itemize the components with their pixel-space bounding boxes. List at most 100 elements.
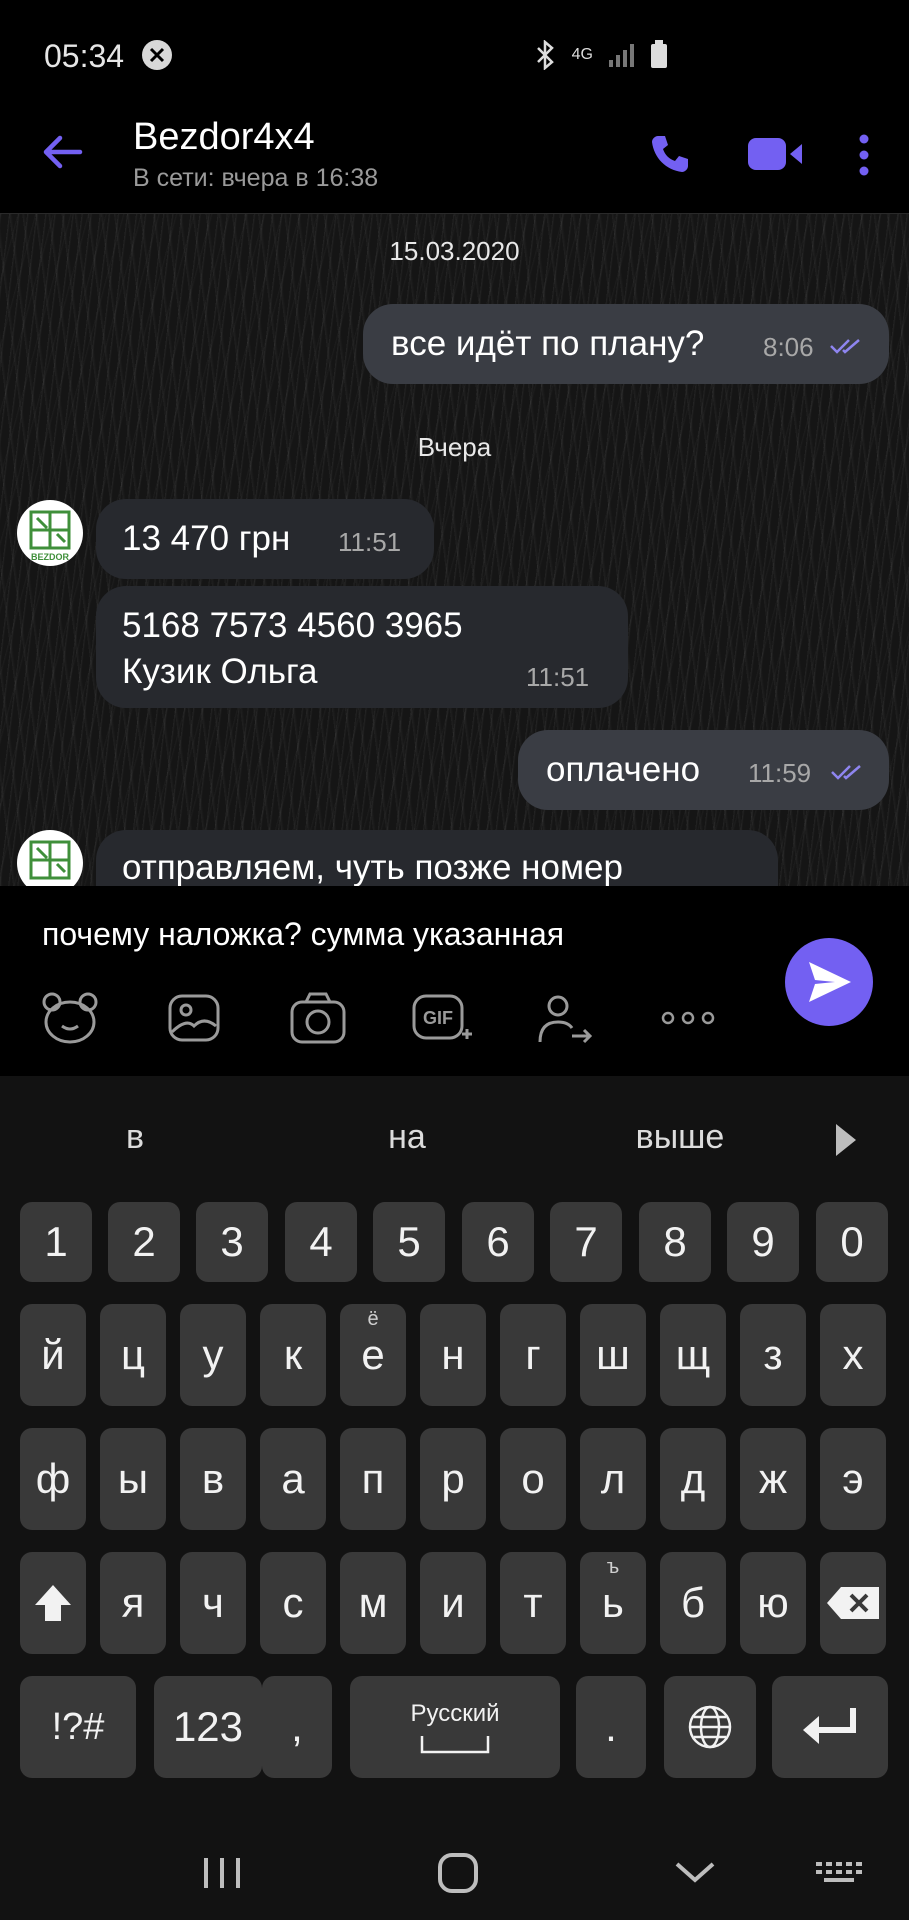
recent-apps-button[interactable] [192,1848,252,1898]
key-9[interactable]: 9 [727,1202,799,1282]
gif-icon: GIF [412,994,472,1040]
key-4[interactable]: 4 [285,1202,357,1282]
key-letter[interactable]: ш [580,1304,646,1406]
key-letter[interactable]: р [420,1428,486,1530]
symbols-key[interactable]: !?# [20,1676,136,1778]
share-contact-button[interactable] [534,990,594,1046]
key-letter[interactable]: ы [100,1428,166,1530]
key-letter[interactable]: н [420,1304,486,1406]
gallery-button[interactable] [164,990,224,1046]
key-letter-soft-sign[interactable]: ъ ь [580,1552,646,1654]
message-time: 8:06 [763,332,814,362]
suggestion-1[interactable]: в [35,1118,235,1157]
key-letter[interactable]: ф [20,1428,86,1530]
key-letter[interactable]: у [180,1304,246,1406]
numbers-key[interactable]: 123 [154,1676,262,1778]
more-options-button[interactable] [852,132,876,178]
read-receipt-icon [831,765,861,780]
svg-text:GIF: GIF [423,1008,453,1028]
key-8[interactable]: 8 [639,1202,711,1282]
send-button[interactable] [785,938,873,1026]
enter-key[interactable] [772,1676,888,1778]
key-letter[interactable]: ю [740,1552,806,1654]
suggestion-2[interactable]: на [307,1118,507,1157]
backspace-icon [827,1587,879,1619]
key-letter[interactable]: б [660,1552,726,1654]
sticker-button[interactable] [40,990,100,1046]
home-button[interactable] [428,1848,488,1898]
key-letter[interactable]: п [340,1428,406,1530]
key-letter[interactable]: х [820,1304,886,1406]
key-1[interactable]: 1 [20,1202,92,1282]
home-icon [438,1853,478,1893]
key-letter[interactable]: м [340,1552,406,1654]
key-2[interactable]: 2 [108,1202,180,1282]
language-key[interactable] [664,1676,756,1778]
key-letter[interactable]: к [260,1304,326,1406]
key-letter[interactable]: в [180,1428,246,1530]
key-letter[interactable]: т [500,1552,566,1654]
key-letter[interactable]: з [740,1304,806,1406]
keyboard-switch-button[interactable] [810,1848,870,1898]
network-type-label: 4G [571,46,593,63]
key-char: е [361,1331,385,1378]
arrow-left-icon [43,135,83,169]
space-key[interactable]: Русский [350,1676,560,1778]
message-outgoing[interactable]: все идёт по плану? 8:06 [363,304,889,384]
message-incoming[interactable]: отправляем, чуть позже номер [96,830,778,886]
avatar[interactable] [17,830,83,886]
camera-icon [290,992,346,1044]
chevron-down-icon [675,1862,715,1883]
date-separator: 15.03.2020 [389,236,520,266]
bezdor-logo-icon [29,840,71,880]
avatar[interactable]: BEZDOR [17,500,83,566]
key-letter-e[interactable]: ё е [340,1304,406,1406]
message-input[interactable]: почему наложка? сумма указанная [42,916,564,953]
dots-vertical-icon [859,134,869,176]
chat-messages[interactable]: 15.03.2020 все идёт по плану? 8:06 Вчера… [0,214,909,886]
period-key[interactable]: . [576,1676,646,1778]
key-letter[interactable]: с [260,1552,326,1654]
key-letter[interactable]: и [420,1552,486,1654]
message-incoming[interactable]: 5168 7573 4560 3965 Кузик Ольга 11:51 [96,586,628,708]
key-letter[interactable]: щ [660,1304,726,1406]
suggestion-3[interactable]: выше [580,1118,780,1157]
voice-call-button[interactable] [646,130,694,178]
key-letter[interactable]: а [260,1428,326,1530]
key-letter[interactable]: ц [100,1304,166,1406]
key-letter[interactable]: о [500,1428,566,1530]
gif-button[interactable]: GIF [410,990,472,1046]
key-letter[interactable]: я [100,1552,166,1654]
keyboard-icon [816,1862,862,1882]
message-time: 11:51 [526,662,590,692]
key-0[interactable]: 0 [816,1202,888,1282]
message-outgoing[interactable]: оплачено 11:59 [518,730,889,810]
key-6[interactable]: 6 [462,1202,534,1282]
message-time: 11:51 [338,527,402,557]
key-letter[interactable]: э [820,1428,886,1530]
key-7[interactable]: 7 [550,1202,622,1282]
more-attachments-button[interactable] [658,990,718,1046]
camera-button[interactable] [288,990,348,1046]
key-5[interactable]: 5 [373,1202,445,1282]
back-button[interactable] [40,130,84,174]
key-letter[interactable]: ч [180,1552,246,1654]
key-3[interactable]: 3 [196,1202,268,1282]
read-receipt-icon [830,339,860,354]
message-incoming[interactable]: 13 470 грн 11:51 [96,499,434,579]
key-letter[interactable]: ж [740,1428,806,1530]
shift-key[interactable] [20,1552,86,1654]
chat-title[interactable]: Bezdor4x4 [133,116,315,159]
key-letter[interactable]: г [500,1304,566,1406]
expand-suggestions-icon[interactable] [832,1122,860,1158]
keyboard: в на выше 1 2 3 4 5 6 7 8 9 0 й ц у к ё … [0,1076,909,1826]
backspace-key[interactable] [820,1552,886,1654]
key-letter[interactable]: д [660,1428,726,1530]
message-text: отправляем, чуть позже номер [122,848,623,886]
key-letter[interactable]: л [580,1428,646,1530]
message-composer: почему наложка? сумма указанная GIF [0,886,909,1076]
back-nav-button[interactable] [665,1848,725,1898]
video-call-button[interactable] [746,134,804,174]
comma-key[interactable]: , [262,1676,332,1778]
key-letter[interactable]: й [20,1304,86,1406]
